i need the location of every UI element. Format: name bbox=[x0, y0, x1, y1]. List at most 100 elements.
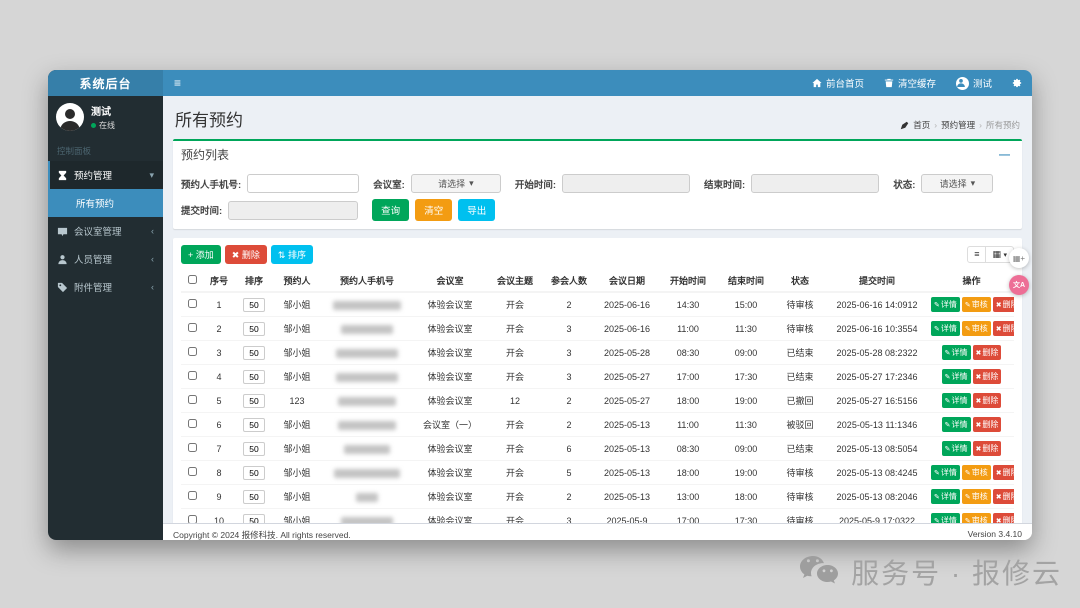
detail-button[interactable]: ✎详情 bbox=[942, 417, 971, 432]
sort-order-input[interactable] bbox=[243, 346, 265, 360]
detail-button[interactable]: ✎详情 bbox=[942, 345, 971, 360]
select-all-checkbox[interactable] bbox=[188, 275, 197, 284]
delete-button[interactable]: ✖删除 bbox=[973, 345, 1002, 360]
delete-button[interactable]: ✖删除 bbox=[973, 417, 1002, 432]
column-header: 排序 bbox=[235, 270, 273, 292]
add-button[interactable]: + 添加 bbox=[181, 245, 221, 264]
cell-room: 体验会议室 bbox=[413, 437, 487, 461]
row-checkbox[interactable] bbox=[188, 443, 197, 452]
delete-button[interactable]: ✖删除 bbox=[973, 393, 1002, 408]
chevron-left-icon: ‹ bbox=[151, 282, 154, 292]
search-button[interactable]: 查询 bbox=[372, 199, 409, 221]
detail-button[interactable]: ✎详情 bbox=[931, 465, 960, 480]
cell-submitted: 2025-06-16 14:0912 bbox=[825, 292, 929, 317]
user-menu[interactable]: 测试 bbox=[946, 70, 1002, 96]
row-checkbox[interactable] bbox=[188, 491, 197, 500]
clear-button[interactable]: 清空 bbox=[415, 199, 452, 221]
start-time-input[interactable] bbox=[562, 174, 690, 193]
detail-button[interactable]: ✎详情 bbox=[942, 393, 971, 408]
delete-button[interactable]: ✖ 删除 bbox=[225, 245, 267, 264]
view-list-button[interactable]: ≡ bbox=[967, 246, 986, 263]
sidebar-item-attachment-management[interactable]: 附件管理 ‹ bbox=[48, 273, 163, 301]
front-home-link[interactable]: 前台首页 bbox=[802, 70, 874, 96]
cell-start: 17:00 bbox=[659, 365, 717, 389]
end-time-input[interactable] bbox=[751, 174, 879, 193]
sort-order-input[interactable] bbox=[243, 490, 265, 504]
cell-start: 13:00 bbox=[659, 485, 717, 509]
cell-end: 11:30 bbox=[717, 317, 775, 341]
sort-order-input[interactable] bbox=[243, 322, 265, 336]
detail-button[interactable]: ✎详情 bbox=[931, 489, 960, 504]
cell-count: 2 bbox=[543, 485, 595, 509]
delete-button[interactable]: ✖删除 bbox=[993, 297, 1014, 312]
sort-order-input[interactable] bbox=[243, 370, 265, 384]
row-checkbox[interactable] bbox=[188, 395, 197, 404]
settings-menu[interactable] bbox=[1002, 70, 1032, 96]
breadcrumb-mid[interactable]: 预约管理 bbox=[941, 119, 975, 131]
delete-button[interactable]: ✖删除 bbox=[993, 489, 1014, 504]
cell-topic: 开会 bbox=[487, 413, 543, 437]
cell-date: 2025-06-16 bbox=[595, 317, 659, 341]
row-checkbox[interactable] bbox=[188, 323, 197, 332]
sidebar-item-booking-management[interactable]: 预约管理 ▾ bbox=[48, 161, 163, 189]
column-header: 参会人数 bbox=[543, 270, 595, 292]
chevron-down-icon: ▾ bbox=[149, 170, 154, 181]
sort-icon: ⇅ bbox=[278, 250, 286, 260]
cell-count: 3 bbox=[543, 317, 595, 341]
row-checkbox[interactable] bbox=[188, 419, 197, 428]
app-logo[interactable]: 系统后台 bbox=[48, 70, 163, 96]
row-checkbox[interactable] bbox=[188, 371, 197, 380]
detail-button[interactable]: ✎详情 bbox=[931, 321, 960, 336]
status-select[interactable]: 请选择▾ bbox=[921, 174, 993, 193]
column-header: 会议主题 bbox=[487, 270, 543, 292]
cell-date: 2025-05-13 bbox=[595, 413, 659, 437]
row-checkbox[interactable] bbox=[188, 347, 197, 356]
submit-time-input[interactable] bbox=[228, 201, 358, 220]
row-checkbox[interactable] bbox=[188, 467, 197, 476]
export-button[interactable]: 导出 bbox=[458, 199, 495, 221]
sort-order-input[interactable] bbox=[243, 298, 265, 312]
cell-start: 18:00 bbox=[659, 389, 717, 413]
sidebar-user-status: 在线 bbox=[99, 120, 115, 131]
sidebar-item-all-bookings[interactable]: 所有预约 bbox=[48, 189, 163, 217]
room-select[interactable]: 请选择▾ bbox=[411, 174, 501, 193]
row-checkbox[interactable] bbox=[188, 299, 197, 308]
sort-order-input[interactable] bbox=[243, 394, 265, 408]
detail-button[interactable]: ✎详情 bbox=[942, 369, 971, 384]
dashboard-icon bbox=[900, 121, 909, 130]
sort-order-input[interactable] bbox=[243, 442, 265, 456]
sort-order-input[interactable] bbox=[243, 418, 265, 432]
sidebar-item-label: 附件管理 bbox=[74, 280, 112, 294]
home-icon bbox=[812, 78, 822, 88]
cell-status: 已结束 bbox=[775, 365, 825, 389]
cell-status: 待审核 bbox=[775, 317, 825, 341]
content: 所有预约 首页 › 预约管理 › 所有预约 预约列表 — bbox=[163, 96, 1032, 540]
audit-button[interactable]: ✎审核 bbox=[962, 321, 991, 336]
sidebar-item-personnel-management[interactable]: 人员管理 ‹ bbox=[48, 245, 163, 273]
cell-room: 体验会议室 bbox=[413, 292, 487, 317]
delete-button[interactable]: ✖删除 bbox=[973, 441, 1002, 456]
column-header: 预约人手机号 bbox=[321, 270, 413, 292]
app-window: 系统后台 测试 在线 控制面板 预约管理 ▾ 所有预约 会议室管理 ‹ bbox=[48, 70, 1032, 540]
detail-button[interactable]: ✎详情 bbox=[942, 441, 971, 456]
delete-button[interactable]: ✖删除 bbox=[973, 369, 1002, 384]
cell-submitted: 2025-05-27 17:2346 bbox=[825, 365, 929, 389]
audit-button[interactable]: ✎审核 bbox=[962, 297, 991, 312]
cell-submitted: 2025-05-27 16:5156 bbox=[825, 389, 929, 413]
delete-button[interactable]: ✖删除 bbox=[993, 465, 1014, 480]
detail-button[interactable]: ✎详情 bbox=[931, 297, 960, 312]
sidebar-toggle-button[interactable]: ≡ bbox=[163, 76, 192, 90]
phone-filter-input[interactable] bbox=[247, 174, 359, 193]
sort-order-input[interactable] bbox=[243, 466, 265, 480]
sort-button[interactable]: ⇅ 排序 bbox=[271, 245, 313, 264]
screenshot-qr-button[interactable]: ▦+ bbox=[1009, 248, 1029, 268]
audit-button[interactable]: ✎审核 bbox=[962, 465, 991, 480]
sidebar-item-meetingroom-management[interactable]: 会议室管理 ‹ bbox=[48, 217, 163, 245]
delete-button[interactable]: ✖删除 bbox=[993, 321, 1014, 336]
translate-button[interactable]: 文A bbox=[1009, 275, 1029, 295]
breadcrumb-home[interactable]: 首页 bbox=[913, 119, 930, 131]
caret-down-icon: ▾ bbox=[1003, 252, 1007, 259]
collapse-icon[interactable]: — bbox=[995, 149, 1014, 161]
clear-cache-link[interactable]: 清空缓存 bbox=[874, 70, 946, 96]
audit-button[interactable]: ✎审核 bbox=[962, 489, 991, 504]
